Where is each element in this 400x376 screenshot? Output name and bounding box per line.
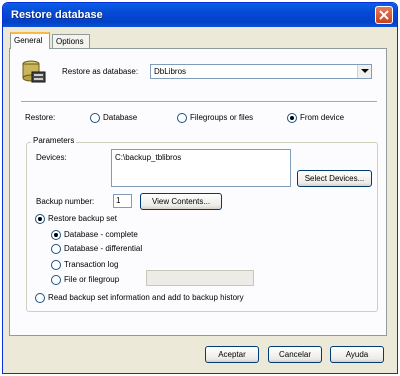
file-or-filegroup-radio[interactable] [51, 275, 61, 285]
divider [21, 101, 377, 103]
ok-button[interactable]: Aceptar [205, 346, 259, 363]
backup-number-value: 1 [116, 196, 121, 205]
restore-from-device-radio[interactable] [287, 113, 297, 123]
restore-backup-set-radio[interactable] [35, 214, 45, 224]
backup-number-input[interactable]: 1 [113, 194, 132, 208]
window-title: Restore database [11, 9, 103, 21]
restore-as-database-select[interactable]: DbLibros [150, 64, 372, 79]
devices-list[interactable]: C:\backup_tblibros [111, 149, 291, 187]
chevron-down-icon [361, 69, 369, 73]
view-contents-button[interactable]: View Contents... [140, 193, 222, 210]
database-differential-radio[interactable] [51, 244, 61, 254]
restore-database-radio[interactable] [90, 113, 100, 123]
filegroup-input [146, 270, 254, 286]
dropdown-button[interactable] [357, 65, 371, 78]
help-button[interactable]: Ayuda [330, 346, 384, 363]
close-icon [379, 10, 389, 20]
transaction-log-radio[interactable] [51, 260, 61, 270]
restore-as-database-value: DbLibros [154, 67, 187, 76]
file-or-filegroup-label: File or filegroup [64, 275, 120, 284]
parameters-title: Parameters [31, 136, 77, 145]
restore-database-label: Database [103, 113, 138, 122]
database-differential-label: Database - differential [64, 244, 143, 253]
close-button[interactable] [375, 6, 393, 24]
restore-as-label: Restore as database: [62, 67, 139, 76]
backup-number-label: Backup number: [36, 197, 95, 206]
read-backup-info-label: Read backup set information and add to b… [48, 293, 244, 302]
title-bar[interactable]: Restore database [3, 3, 397, 27]
database-complete-label: Database - complete [64, 230, 138, 239]
device-item[interactable]: C:\backup_tblibros [115, 153, 181, 162]
database-complete-radio[interactable] [51, 230, 61, 240]
select-devices-button[interactable]: Select Devices... [297, 170, 372, 187]
restore-filegroups-label: Filegroups or files [190, 113, 254, 122]
tab-general[interactable]: General [10, 32, 50, 49]
transaction-log-label: Transaction log [64, 260, 119, 269]
cancel-button[interactable]: Cancelar [268, 346, 322, 363]
restore-backup-set-label: Restore backup set [48, 214, 117, 223]
database-restore-icon [22, 60, 46, 83]
restore-label: Restore: [25, 113, 56, 122]
restore-from-device-label: From device [300, 113, 345, 122]
restore-filegroups-radio[interactable] [177, 113, 187, 123]
tab-options[interactable]: Options [52, 34, 90, 49]
read-backup-info-radio[interactable] [35, 293, 45, 303]
devices-label: Devices: [36, 153, 67, 162]
